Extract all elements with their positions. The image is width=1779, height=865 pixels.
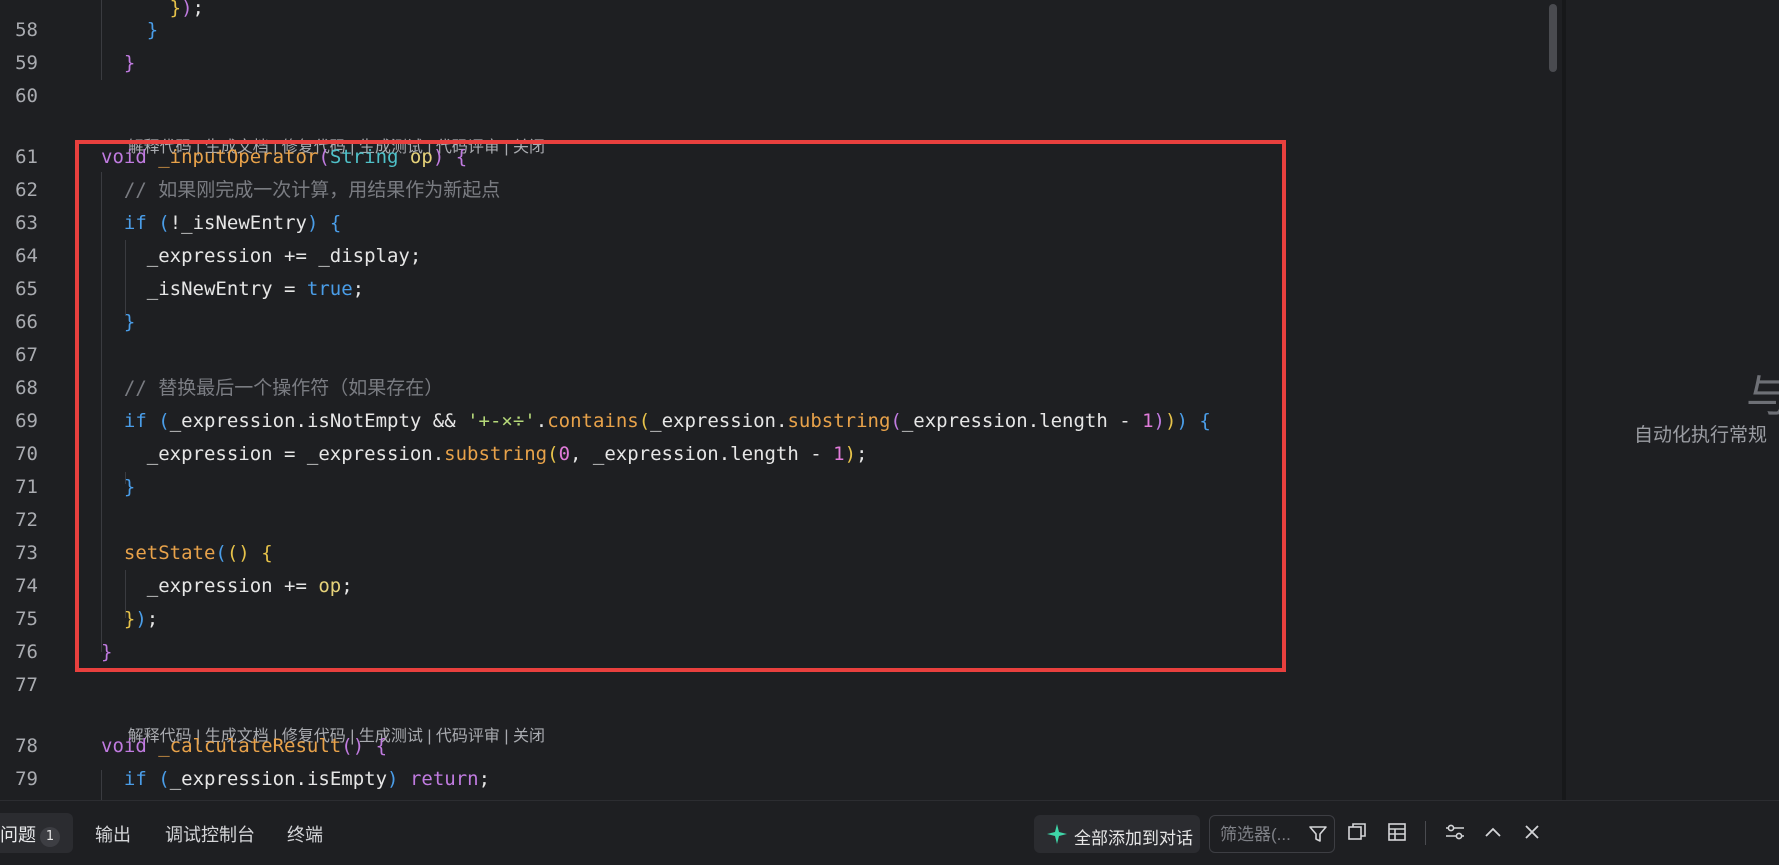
- right-side-pane: 与 自动化执行常规: [1566, 0, 1779, 800]
- codelens-separator: |: [422, 728, 436, 745]
- line-number: 62: [15, 179, 38, 201]
- filter-icon[interactable]: [1308, 824, 1328, 848]
- code-line-58: }: [146, 19, 159, 41]
- sparkle-icon: [1046, 823, 1068, 849]
- chevron-up-icon[interactable]: [1478, 817, 1508, 847]
- codelens-review[interactable]: 代码评审: [436, 728, 500, 745]
- tab-terminal[interactable]: 终端: [287, 821, 323, 847]
- codelens-separator: |: [499, 728, 513, 745]
- close-icon[interactable]: [1517, 817, 1547, 847]
- line-number: 66: [15, 311, 38, 333]
- vertical-scrollbar[interactable]: [1545, 0, 1559, 800]
- codelens-close[interactable]: 关闭: [513, 728, 545, 745]
- collapse-all-icon[interactable]: [1342, 817, 1372, 847]
- tab-debug-console[interactable]: 调试控制台: [165, 821, 255, 847]
- line-number: 77: [15, 674, 38, 696]
- line-number: 75: [15, 608, 38, 630]
- line-number: 69: [15, 410, 38, 432]
- add-all-to-chat-button[interactable]: 全部添加到对话: [1034, 815, 1200, 853]
- line-number: 76: [15, 641, 38, 663]
- line-number: 70: [15, 443, 38, 465]
- line-number: 79: [15, 768, 38, 790]
- line-number: 58: [15, 19, 38, 41]
- line-number: 60: [15, 85, 38, 107]
- line-number: 72: [15, 509, 38, 531]
- table-view-icon[interactable]: [1382, 817, 1412, 847]
- add-all-label: 全部添加到对话: [1074, 829, 1193, 849]
- tab-output[interactable]: 输出: [95, 821, 131, 847]
- pane-subtitle: 自动化执行常规: [1634, 424, 1768, 446]
- code-editor[interactable]: 58 59 60 61 62 63 64 65 66 67 68 69 70 71 72 73 74 75 76 77…: [0, 0, 1540, 800]
- tab-problems[interactable]: 问题: [0, 821, 36, 847]
- line-number: 78: [15, 735, 38, 757]
- problems-count-badge: 1: [40, 827, 60, 847]
- filter-input[interactable]: [1218, 822, 1304, 848]
- line-number: 59: [15, 52, 38, 74]
- line-number-gutter: 58 59 60 61 62 63 64 65 66 67 68 69 70 71 72 73 74 75 76 77…: [0, 0, 70, 800]
- line-number: 67: [15, 344, 38, 366]
- settings-sliders-icon[interactable]: [1440, 817, 1470, 847]
- line-number: 73: [15, 542, 38, 564]
- highlight-box: [75, 140, 1286, 672]
- pane-heading: 与: [1746, 371, 1779, 422]
- code-line-78: void _calculateResult() {: [101, 735, 388, 757]
- filter-box[interactable]: [1209, 815, 1335, 853]
- line-number: 71: [15, 476, 38, 498]
- scrollbar-thumb[interactable]: [1549, 4, 1557, 72]
- line-number: 63: [15, 212, 38, 234]
- code-line-79: if (_expression.isEmpty) return;: [123, 768, 491, 790]
- line-number: 68: [15, 377, 38, 399]
- bottom-panel: 问题 1 输出 调试控制台 终端 全部添加到对话: [0, 800, 1779, 865]
- toolbar-divider: [1425, 821, 1426, 845]
- line-number: 74: [15, 575, 38, 597]
- line-number: 65: [15, 278, 38, 300]
- line-number: 61: [15, 146, 38, 168]
- code-line-59: }: [123, 52, 136, 74]
- line-number: 64: [15, 245, 38, 267]
